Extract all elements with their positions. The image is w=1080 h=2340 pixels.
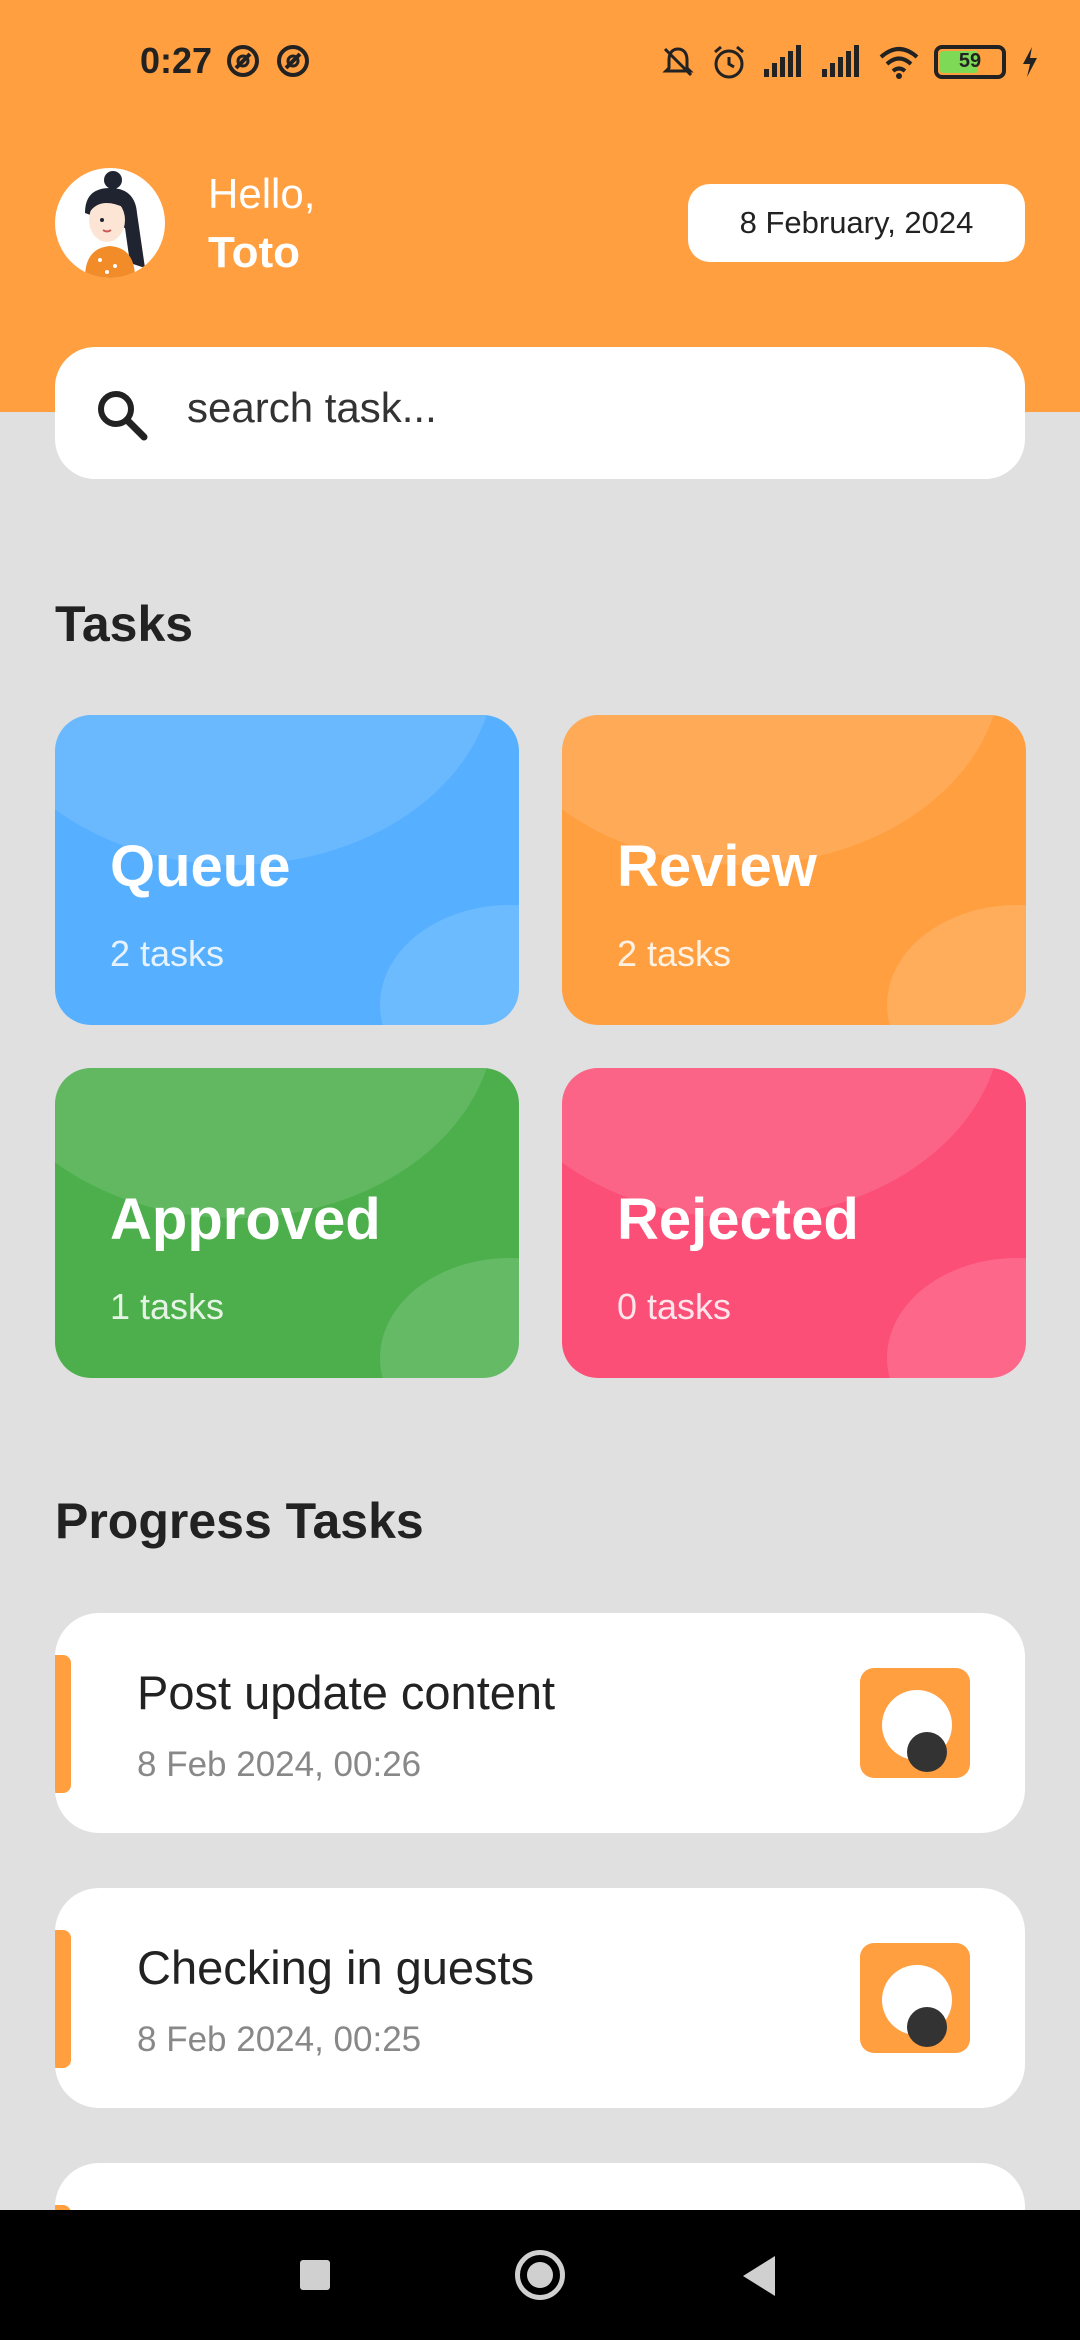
status-bar: 0:27 59 xyxy=(0,0,1080,125)
card-decoration xyxy=(887,1258,1026,1378)
card-count: 2 tasks xyxy=(617,933,732,974)
view-task-button[interactable] xyxy=(860,1943,970,2053)
progress-task-time: 8 Feb 2024, 00:25 xyxy=(137,2020,422,2059)
charging-icon xyxy=(1023,47,1037,77)
card-title: Approved xyxy=(110,1187,381,1252)
progress-accent-bar xyxy=(55,1930,71,2068)
notification-app-icon xyxy=(227,45,259,77)
signal-icon xyxy=(764,45,801,77)
progress-task-item[interactable]: Checking in guests 8 Feb 2024, 00:25 xyxy=(55,1888,1025,2108)
search-icon xyxy=(98,391,148,441)
notification-app-icon xyxy=(277,45,309,77)
card-count: 1 tasks xyxy=(110,1286,225,1327)
avatar[interactable] xyxy=(55,168,165,278)
task-category-card-approved[interactable]: Approved 1 tasks xyxy=(55,1068,519,1378)
card-count: 0 tasks xyxy=(617,1286,732,1327)
progress-task-title: Post update content xyxy=(137,1666,556,1719)
card-decoration xyxy=(380,1258,519,1378)
alarm-icon xyxy=(714,45,744,79)
progress-task-item[interactable]: Post update content 8 Feb 2024, 00:26 xyxy=(55,1613,1025,1833)
current-date-badge: 8 February, 2024 xyxy=(688,184,1025,262)
card-decoration xyxy=(887,905,1026,1025)
card-decoration xyxy=(380,905,519,1025)
home-circle-icon[interactable] xyxy=(515,2250,565,2300)
eye-icon xyxy=(882,1965,952,2047)
mute-bell-icon xyxy=(662,47,694,77)
view-task-button[interactable] xyxy=(860,1668,970,1778)
home-circle-inner xyxy=(527,2262,553,2288)
avatar-illustration xyxy=(85,171,145,278)
recents-square-icon[interactable] xyxy=(300,2260,330,2290)
card-title: Review xyxy=(617,834,817,899)
greeting-text: Hello, xyxy=(208,170,316,217)
task-category-card-rejected[interactable]: Rejected 0 tasks xyxy=(562,1068,1026,1378)
progress-section-title: Progress Tasks xyxy=(55,1493,424,1549)
status-icons: 59 xyxy=(660,40,1040,84)
signal-icon xyxy=(822,45,859,77)
eye-pupil xyxy=(907,2007,947,2047)
card-title: Rejected xyxy=(617,1187,859,1252)
progress-task-title: Checking in guests xyxy=(137,1941,535,1994)
tasks-section-title: Tasks xyxy=(55,596,194,652)
task-category-card-review[interactable]: Review 2 tasks xyxy=(562,715,1026,1025)
progress-task-time: 8 Feb 2024, 00:26 xyxy=(137,1745,422,1784)
app-screen: 0:27 59 Hello, Toto 8 February, 2024 sea… xyxy=(0,0,1080,2340)
task-category-card-queue[interactable]: Queue 2 tasks xyxy=(55,715,519,1025)
battery-level: 59 xyxy=(958,50,982,72)
card-title: Queue xyxy=(110,834,291,899)
current-date: 8 February, 2024 xyxy=(739,205,974,240)
system-navigation-bar xyxy=(0,2210,1080,2340)
status-time: 0:27 xyxy=(140,40,213,81)
user-name: Toto xyxy=(208,228,301,277)
wifi-icon xyxy=(879,47,919,79)
search-placeholder: search task... xyxy=(187,384,437,431)
back-triangle-icon[interactable] xyxy=(743,2256,775,2296)
eye-icon xyxy=(882,1690,952,1772)
card-count: 2 tasks xyxy=(110,933,225,974)
progress-accent-bar xyxy=(55,1655,71,1793)
eye-pupil xyxy=(907,1732,947,1772)
battery-icon: 59 xyxy=(934,45,1006,79)
